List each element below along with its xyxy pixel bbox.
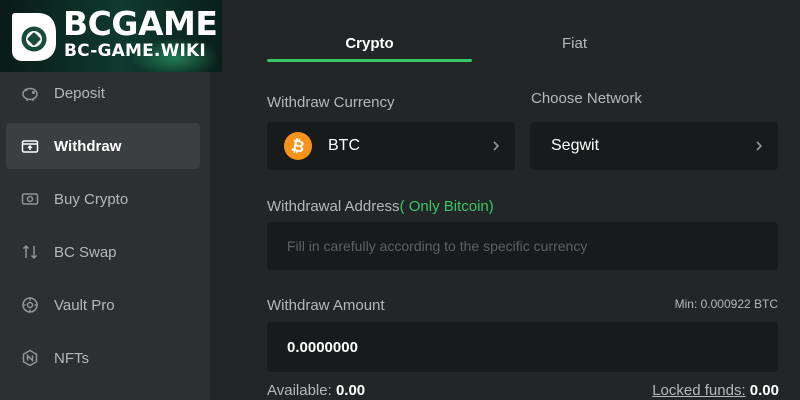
swap-icon [20,242,40,262]
brand-subtitle: BC-GAME.WIKI [64,41,206,61]
chevron-right-icon [493,141,500,151]
locked-value: 0.00 [749,382,779,399]
buy-crypto-icon [20,189,40,209]
amount-min: Min: 0.000922 BTC [674,297,778,311]
currency-label: Withdraw Currency [267,94,395,111]
network-value: Segwit [551,137,600,154]
sidebar-item-deposit[interactable]: Deposit [6,70,200,116]
currency-select[interactable]: ₿ BTC [267,122,515,170]
tab-crypto[interactable]: Crypto [267,26,472,62]
amount-value: 0.0000000 [287,338,358,356]
nft-icon [20,348,40,368]
address-input[interactable]: Fill in carefully according to the speci… [267,222,778,270]
bc-logo-icon [12,13,56,61]
sidebar-item-nfts[interactable]: NFTs [6,335,200,381]
tab-fiat[interactable]: Fiat [472,26,677,62]
locked-funds-link[interactable]: Locked funds: [652,382,745,399]
network-select[interactable]: Segwit [530,122,778,170]
brand-banner[interactable]: BCGAME BC-GAME.WIKI [0,0,222,72]
sidebar-item-label: Vault Pro [54,296,115,314]
sidebar-item-label: Deposit [54,84,105,102]
available-value: 0.00 [335,382,366,399]
sidebar-item-withdraw[interactable]: Withdraw [6,123,200,169]
currency-value: BTC [328,137,360,154]
chevron-right-icon [756,141,763,151]
piggy-bank-icon [20,83,40,103]
amount-label: Withdraw Amount [267,297,385,314]
bitcoin-icon: ₿ [284,132,312,160]
sidebar-item-label: BC Swap [54,243,117,261]
wallet-out-icon [20,136,40,156]
vault-icon [20,295,40,315]
sidebar-item-label: Buy Crypto [54,190,129,208]
brand-title: BCGAME [63,4,218,43]
address-hint: ( Only Bitcoin) [399,198,494,215]
available-balance: Available: 0.00 [267,382,366,399]
network-label: Choose Network [531,90,642,107]
address-label: Withdrawal Address( Only Bitcoin) [267,198,494,215]
amount-input[interactable]: 0.0000000 [267,322,778,372]
sidebar-item-label: NFTs [54,349,89,367]
sidebar-item-label: Withdraw [54,137,122,155]
currency-type-tabs: Crypto Fiat [267,26,779,62]
active-tab-indicator [267,59,472,62]
sidebar-item-vault-pro[interactable]: Vault Pro [6,282,200,328]
locked-funds[interactable]: Locked funds: 0.00 [652,382,779,399]
sidebar-item-buy-crypto[interactable]: Buy Crypto [6,176,200,222]
address-placeholder: Fill in carefully according to the speci… [287,238,588,254]
sidebar-item-bc-swap[interactable]: BC Swap [6,229,200,275]
